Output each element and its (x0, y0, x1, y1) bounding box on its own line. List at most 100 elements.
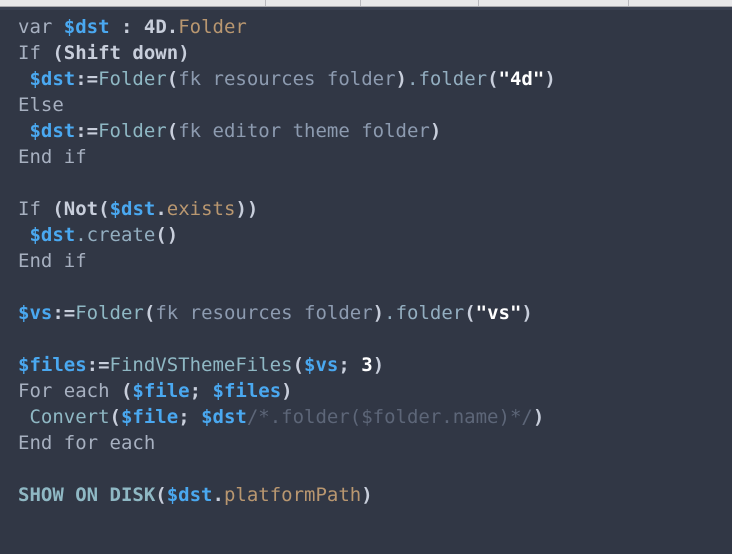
code-line[interactable]: var $dst : 4D.Folder (18, 14, 732, 40)
token-property: platformPath (223, 484, 362, 506)
token-assign: := (52, 302, 76, 324)
token-variable: $files (212, 380, 282, 402)
token-paren-close: ) (372, 354, 385, 376)
token-parens: () (155, 224, 179, 246)
token-paren-open: ( (120, 380, 133, 402)
code-line[interactable]: $vs:=Folder(fk resources folder).folder(… (18, 300, 732, 326)
token-paren-open: ( (292, 354, 305, 376)
token-assign: := (86, 354, 110, 376)
token-constant: fk resources folder (155, 302, 373, 324)
token-command: Not (63, 198, 99, 220)
token-comment: /*.folder($folder.name)*/ (246, 406, 533, 428)
token-paren-open: ( (109, 406, 121, 428)
token-variable: $dst (109, 198, 156, 220)
token-keyword: End if (18, 146, 87, 168)
chrome-separator (628, 0, 629, 6)
token-paren-close: ) (544, 68, 556, 90)
token-paren-open: ( (52, 42, 64, 64)
token-paren-close: ) (429, 120, 442, 142)
token-keyword: If (18, 42, 41, 64)
code-line[interactable]: $files:=FindVSThemeFiles($vs; 3) (18, 352, 732, 378)
token-command: Folder (98, 120, 167, 142)
code-line-blank[interactable] (18, 170, 732, 196)
token-variable: $file (120, 406, 179, 428)
token-keyword: Else (18, 94, 64, 116)
token-dot: . (166, 16, 179, 38)
token-paren-open: ( (143, 302, 156, 324)
token-paren-open: ( (464, 302, 476, 324)
token-constant: fk resources folder (178, 68, 396, 90)
token-variable: $dst (201, 406, 247, 428)
code-line-blank[interactable] (18, 456, 732, 482)
token-semicolon: ; (189, 380, 213, 402)
token-variable: $vs (304, 354, 339, 376)
token-assign: := (75, 68, 99, 90)
token-command: Folder (75, 302, 144, 324)
token-command: SHOW ON DISK (18, 484, 156, 506)
token-dot: . (155, 198, 167, 220)
token-variable: $dst (29, 120, 76, 142)
code-line[interactable]: End if (18, 248, 732, 274)
token-paren-close: ) (246, 198, 259, 220)
token-class: 4D (143, 16, 167, 38)
code-text-area[interactable]: var $dst : 4D.Folder If (Shift down) $ds… (0, 10, 732, 554)
token-method: folder (418, 68, 488, 90)
code-line-blank[interactable] (18, 326, 732, 352)
code-line[interactable]: SHOW ON DISK($dst.platformPath) (18, 482, 732, 508)
token-command: Convert (29, 406, 110, 428)
token-variable: $dst (166, 484, 213, 506)
token-paren-close: ) (395, 68, 407, 90)
code-line[interactable]: For each ($file; $files) (18, 378, 732, 404)
token-method: create (86, 224, 156, 246)
chrome-separator (360, 0, 361, 6)
token-paren-open: ( (166, 120, 179, 142)
code-line[interactable]: End if (18, 144, 732, 170)
code-line-blank[interactable] (18, 274, 732, 300)
code-line[interactable]: End for each (18, 430, 732, 456)
token-variable: $vs (18, 302, 53, 324)
token-variable: $files (18, 354, 87, 376)
code-line[interactable]: $dst:=Folder(fk resources folder).folder… (18, 66, 732, 92)
code-line[interactable]: If (Shift down) (18, 40, 732, 66)
token-property: exists (166, 198, 236, 220)
token-paren-close: ) (361, 484, 373, 506)
code-line[interactable]: $dst.create() (18, 222, 732, 248)
token-paren-close: ) (178, 42, 190, 64)
token-dot: . (75, 224, 87, 246)
token-dot: . (384, 302, 396, 324)
token-paren-close: ) (281, 380, 293, 402)
token-paren-open: ( (155, 484, 167, 506)
token-constant: fk editor theme folder (178, 120, 430, 142)
token-paren-open: ( (166, 68, 179, 90)
token-variable: $file (132, 380, 190, 402)
code-line[interactable]: If (Not($dst.exists)) (18, 196, 732, 222)
token-keyword: For each (18, 380, 110, 402)
token-property: Folder (178, 16, 247, 38)
chrome-separator (265, 0, 266, 6)
token-keyword: End for each (18, 432, 156, 454)
token-string: "vs" (475, 302, 522, 324)
token-paren-close: ) (521, 302, 533, 324)
token-semicolon: ; (338, 354, 362, 376)
token-colon: : (109, 16, 144, 38)
token-dot: . (212, 484, 224, 506)
token-command: FindVSThemeFiles (109, 354, 293, 376)
chrome-separator (478, 0, 479, 6)
token-keyword: If (18, 198, 41, 220)
token-keyword: End if (18, 250, 87, 272)
code-line[interactable]: Convert($file; $dst/*.folder($folder.nam… (18, 404, 732, 430)
code-line[interactable]: Else (18, 92, 732, 118)
token-semicolon: ; (178, 406, 202, 428)
token-number: 3 (361, 354, 373, 376)
window-chrome-bar (0, 0, 732, 7)
token-paren-open: ( (98, 198, 110, 220)
token-dot: . (407, 68, 419, 90)
token-string: "4d" (498, 68, 545, 90)
token-paren-close: ) (235, 198, 247, 220)
code-editor-window: var $dst : 4D.Folder If (Shift down) $ds… (0, 0, 732, 554)
code-line[interactable]: $dst:=Folder(fk editor theme folder) (18, 118, 732, 144)
token-command: Folder (98, 68, 167, 90)
token-variable: $dst (29, 68, 76, 90)
token-paren-close: ) (532, 406, 545, 428)
token-paren-open: ( (487, 68, 499, 90)
